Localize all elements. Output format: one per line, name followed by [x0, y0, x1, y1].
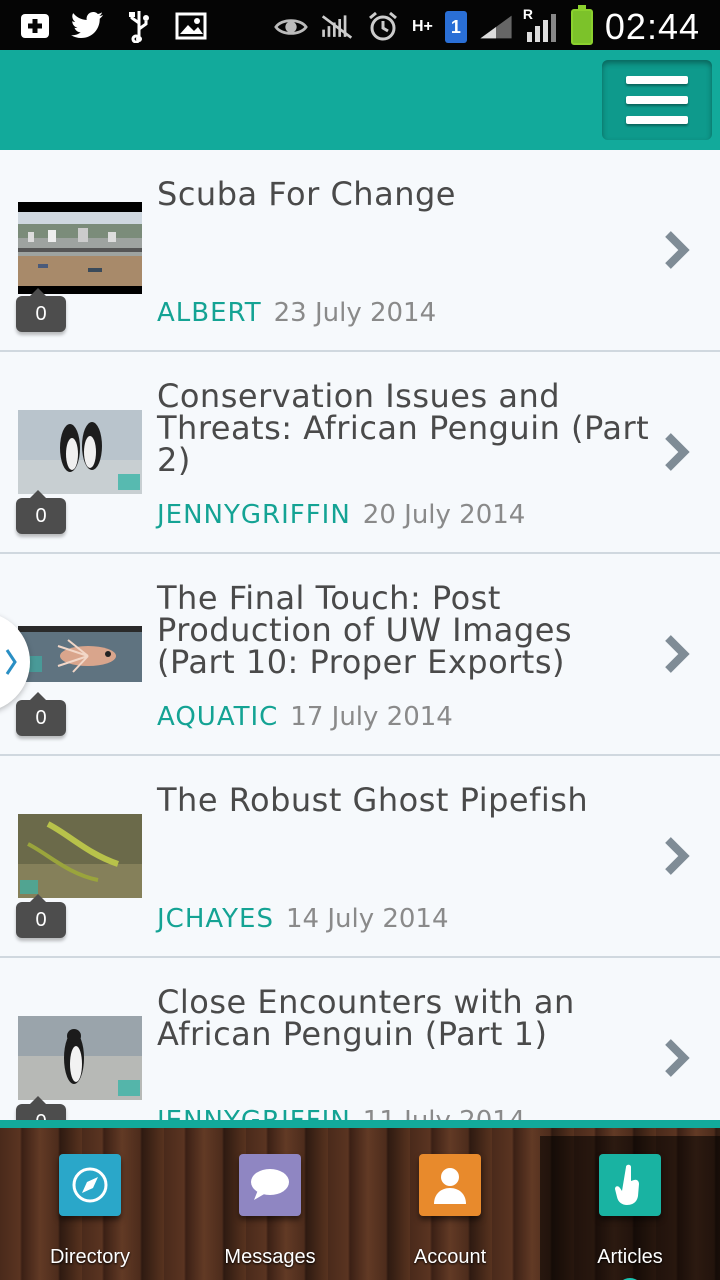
article-list[interactable]: 0 Scuba For Change ALBERT 23 July 2014 0 …	[0, 150, 720, 1120]
clock: 02:44	[604, 6, 700, 47]
sim-icon: 1	[444, 11, 467, 43]
comment-count-badge: 0	[16, 894, 66, 938]
article-meta: JENNYGRIFFIN 20 July 2014	[157, 500, 525, 530]
status-bar-system: H+ 1 R 02:44	[274, 5, 700, 48]
alarm-icon	[366, 10, 400, 44]
eye-icon	[274, 10, 308, 44]
article-row[interactable]: 0 Scuba For Change ALBERT 23 July 2014	[0, 150, 720, 352]
twitter-icon	[70, 9, 104, 43]
lionfish-photo	[18, 626, 142, 682]
article-date: 11 July 2014	[363, 1106, 526, 1120]
hamburger-line	[626, 76, 688, 84]
article-author[interactable]: JCHAYES	[157, 904, 274, 934]
article-author[interactable]: AQUATIC	[157, 702, 278, 732]
article-title: Scuba For Change	[157, 175, 456, 213]
article-author[interactable]: JENNYGRIFFIN	[157, 500, 351, 530]
article-date: 14 July 2014	[285, 904, 449, 934]
article-meta: JENNYGRIFFIN 11 July 2014	[157, 1106, 525, 1120]
article-title: The Final Touch: Post Production of UW I…	[157, 579, 573, 681]
compass-icon	[59, 1154, 121, 1216]
pipefish-photo	[18, 814, 142, 898]
comment-count-badge: 0	[16, 288, 66, 332]
hand-icon	[599, 1154, 661, 1216]
image-icon	[174, 9, 208, 43]
roaming-label: R	[522, 6, 534, 22]
app-header	[0, 50, 720, 150]
article-date: 20 July 2014	[362, 500, 526, 530]
add-icon	[18, 9, 52, 43]
article-meta: AQUATIC 17 July 2014	[157, 702, 453, 732]
chevron-right-icon	[665, 837, 690, 875]
penguin-photo	[18, 1016, 142, 1100]
nav-articles[interactable]: Articles	[540, 1136, 720, 1280]
chevron-right-icon	[5, 649, 17, 675]
article-row[interactable]: 0 The Robust Ghost Pipefish JCHAYES 14 Ju…	[0, 756, 720, 958]
article-meta: JCHAYES 14 July 2014	[157, 904, 449, 934]
chevron-right-icon	[665, 635, 690, 673]
chat-bubble-icon	[239, 1154, 301, 1216]
status-bar-notifications	[18, 9, 208, 43]
comment-count-badge: 0	[16, 692, 66, 736]
hamburger-line	[626, 116, 688, 124]
harbor-photo	[18, 202, 142, 294]
article-author[interactable]: JENNYGRIFFIN	[157, 1106, 351, 1120]
comment-count-badge: 0	[16, 1096, 66, 1120]
article-row[interactable]: 0 The Final Touch: Post Production of UW…	[0, 554, 720, 756]
person-icon	[419, 1154, 481, 1216]
network-type-label: H+	[412, 18, 433, 35]
chevron-right-icon	[665, 1039, 690, 1077]
nav-articles-label: Articles	[597, 1246, 663, 1268]
article-row[interactable]: 0 Conservation Issues and Threats: Afric…	[0, 352, 720, 554]
signal-icon	[479, 10, 513, 44]
bottom-navigation: Directory Messages Account Articles	[0, 1120, 720, 1280]
chevron-right-icon	[665, 433, 690, 471]
chevron-right-icon	[665, 231, 690, 269]
article-meta: ALBERT 23 July 2014	[157, 298, 436, 328]
nav-messages-label: Messages	[224, 1246, 316, 1268]
roaming-signal-icon: R	[523, 6, 559, 44]
nav-directory[interactable]: Directory	[0, 1136, 180, 1280]
nav-account-label: Account	[413, 1246, 487, 1268]
usb-icon	[122, 9, 156, 43]
hamburger-line	[626, 96, 688, 104]
article-title: Conservation Issues and Threats: African…	[157, 377, 650, 479]
nav-messages[interactable]: Messages	[180, 1136, 360, 1280]
nav-account[interactable]: Account	[360, 1136, 540, 1280]
battery-icon	[570, 5, 593, 45]
article-title: The Robust Ghost Pipefish	[157, 781, 589, 819]
penguins-photo	[18, 410, 142, 494]
no-signal-icon	[320, 10, 354, 44]
article-date: 17 July 2014	[290, 702, 453, 732]
article-row[interactable]: 0 Close Encounters with an African Pengu…	[0, 958, 720, 1120]
article-date: 23 July 2014	[273, 298, 437, 328]
article-title: Close Encounters with an African Penguin…	[157, 983, 575, 1053]
comment-count-badge: 0	[16, 490, 66, 534]
hamburger-menu-button[interactable]	[602, 60, 712, 140]
status-bar: H+ 1 R 02:44	[0, 0, 720, 50]
nav-directory-label: Directory	[49, 1246, 130, 1268]
article-author[interactable]: ALBERT	[157, 298, 262, 328]
